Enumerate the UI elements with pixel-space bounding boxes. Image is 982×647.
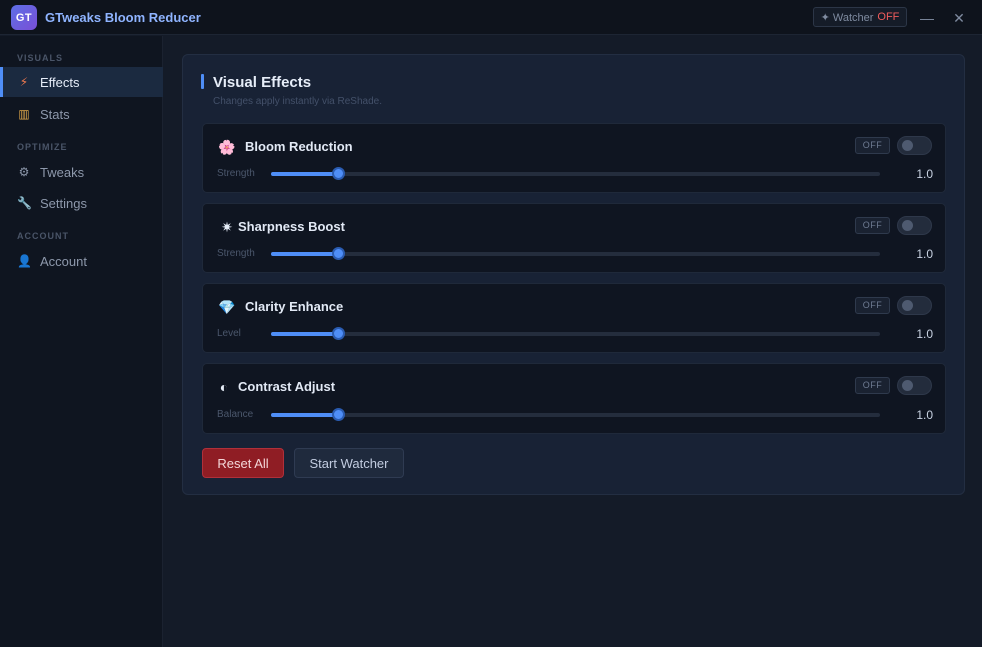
sidebar-item-label: Tweaks bbox=[40, 164, 85, 180]
sidebar-item-tweaks[interactable]: ⚙ Tweaks bbox=[0, 157, 163, 187]
slider-label: Level bbox=[217, 328, 241, 339]
slider-handle[interactable] bbox=[332, 408, 345, 421]
effect-card-contrast-adjust: ◐ Contrast Adjust OFF Balance 1.0 bbox=[202, 363, 946, 434]
panel-accent-bar bbox=[201, 74, 204, 89]
gear-icon: ⚙ bbox=[18, 165, 30, 179]
slider-fill bbox=[271, 413, 338, 417]
reset-all-button[interactable]: Reset All bbox=[202, 448, 284, 478]
flower-icon: 🌸 bbox=[218, 139, 236, 155]
slider-label: Strength bbox=[217, 168, 255, 179]
slider-label: Balance bbox=[217, 409, 254, 420]
watcher-status-label: ✦ Watcher bbox=[820, 11, 874, 24]
diamond-icon: 💎 bbox=[218, 299, 236, 315]
sidebar-section-account: ACCOUNT bbox=[17, 231, 69, 241]
effect-card-bloom-reduction: 🌸 Bloom Reduction OFF Strength 1.0 bbox=[202, 123, 946, 193]
toggle-knob bbox=[902, 300, 913, 311]
slider-value: 1.0 bbox=[916, 408, 933, 422]
sidebar-item-settings[interactable]: 🔧 Settings bbox=[0, 188, 163, 218]
sidebar-item-label: Effects bbox=[40, 74, 80, 90]
sidebar-item-label: Account bbox=[40, 253, 87, 269]
lightning-icon: ⚡ bbox=[19, 75, 29, 89]
slider-handle[interactable] bbox=[332, 247, 345, 260]
effect-name: Clarity Enhance bbox=[245, 299, 344, 314]
sidebar: VISUALS ⚡ Effects ▥ Stats OPTIMIZE ⚙ Twe… bbox=[0, 36, 163, 647]
sidebar-section-visuals: VISUALS bbox=[17, 53, 64, 63]
watcher-status-button[interactable]: ✦ Watcher OFF bbox=[813, 7, 907, 27]
effect-toggle[interactable] bbox=[897, 296, 932, 315]
toggle-knob bbox=[902, 140, 913, 151]
watcher-status-state: OFF bbox=[877, 11, 900, 23]
slider-label: Strength bbox=[217, 248, 255, 259]
effect-toggle[interactable] bbox=[897, 376, 932, 395]
minimize-icon[interactable]: — bbox=[918, 9, 936, 27]
contrast-icon: ◐ bbox=[219, 379, 229, 395]
app-title: GTweaks Bloom Reducer bbox=[45, 10, 201, 25]
effect-card-sharpness-boost: ✷ Sharpness Boost OFF Strength 1.0 bbox=[202, 203, 946, 273]
wrench-icon: 🔧 bbox=[17, 196, 32, 210]
toggle-knob bbox=[902, 220, 913, 231]
title-bar: GT GTweaks Bloom Reducer ✦ Watcher OFF —… bbox=[0, 0, 982, 35]
effect-name: Bloom Reduction bbox=[245, 139, 353, 154]
slider-handle[interactable] bbox=[332, 167, 345, 180]
status-badge: OFF bbox=[855, 217, 890, 234]
strength-slider[interactable] bbox=[271, 247, 880, 260]
sidebar-item-account[interactable]: 👤 Account bbox=[0, 246, 163, 276]
slider-value: 1.0 bbox=[916, 167, 933, 181]
sidebar-section-optimize: OPTIMIZE bbox=[17, 142, 68, 152]
status-badge: OFF bbox=[855, 297, 890, 314]
slider-fill bbox=[271, 172, 338, 176]
page-subtitle: Changes apply instantly via ReShade. bbox=[213, 96, 382, 107]
effect-name: Contrast Adjust bbox=[238, 379, 336, 394]
toggle-knob bbox=[902, 380, 913, 391]
slider-fill bbox=[271, 332, 338, 336]
page-title: Visual Effects bbox=[213, 74, 312, 91]
effect-toggle[interactable] bbox=[897, 216, 932, 235]
slider-fill bbox=[271, 252, 338, 256]
balance-slider[interactable] bbox=[271, 408, 880, 421]
visual-effects-panel: Visual Effects Changes apply instantly v… bbox=[182, 54, 965, 495]
effect-card-clarity-enhance: 💎 Clarity Enhance OFF Level 1.0 bbox=[202, 283, 946, 353]
status-badge: OFF bbox=[855, 377, 890, 394]
effect-toggle[interactable] bbox=[897, 136, 932, 155]
status-badge: OFF bbox=[855, 137, 890, 154]
close-icon[interactable]: ✕ bbox=[950, 9, 968, 27]
start-watcher-button[interactable]: Start Watcher bbox=[294, 448, 404, 478]
level-slider[interactable] bbox=[271, 327, 880, 340]
sidebar-item-label: Stats bbox=[40, 106, 70, 122]
sidebar-item-stats[interactable]: ▥ Stats bbox=[0, 99, 163, 129]
slider-value: 1.0 bbox=[916, 327, 933, 341]
strength-slider[interactable] bbox=[271, 167, 880, 180]
slider-handle[interactable] bbox=[332, 327, 345, 340]
sidebar-item-effects[interactable]: ⚡ Effects bbox=[0, 67, 163, 97]
sparkle-icon: ✷ bbox=[221, 219, 233, 235]
bar-chart-icon: ▥ bbox=[18, 107, 30, 121]
user-icon: 👤 bbox=[17, 254, 32, 268]
effect-name: Sharpness Boost bbox=[238, 219, 345, 234]
sidebar-item-label: Settings bbox=[40, 195, 87, 211]
slider-value: 1.0 bbox=[916, 247, 933, 261]
app-logo: GT bbox=[11, 5, 37, 30]
